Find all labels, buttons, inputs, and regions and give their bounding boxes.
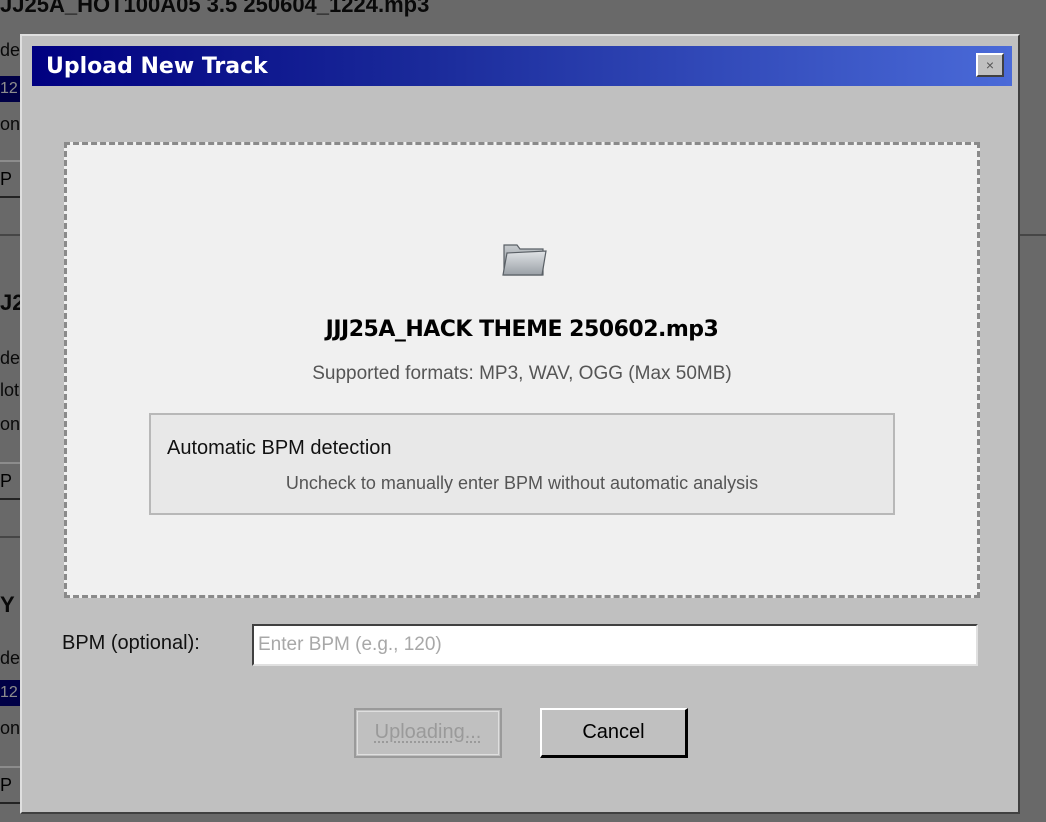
bpm-input[interactable] xyxy=(252,624,978,666)
dialog-title: Upload New Track xyxy=(46,53,268,79)
selected-file-name: JJJ25A_HACK THEME 250602.mp3 xyxy=(325,317,719,342)
bpm-detection-panel[interactable]: Automatic BPM detection Uncheck to manua… xyxy=(149,413,895,515)
close-button[interactable]: × xyxy=(976,53,1004,77)
folder-icon xyxy=(502,244,547,276)
bpm-detection-description: Uncheck to manually enter BPM without au… xyxy=(285,473,759,493)
upload-button[interactable]: Uploading... xyxy=(354,708,502,758)
cancel-button[interactable]: Cancel xyxy=(540,708,688,758)
supported-formats-text: Supported formats: MP3, WAV, OGG (Max 50… xyxy=(312,363,732,384)
file-dropzone[interactable]: JJJ25A_HACK THEME 250602.mp3 Supported f… xyxy=(64,142,980,598)
bpm-detection-label[interactable]: Automatic BPM detection xyxy=(167,437,392,460)
upload-dialog: Upload New Track × JJJ25A_HACK THEME 250… xyxy=(20,34,1020,814)
bpm-field-label: BPM (optional): xyxy=(62,632,200,654)
dialog-titlebar[interactable]: Upload New Track × xyxy=(32,46,1012,86)
close-icon: × xyxy=(985,57,995,73)
